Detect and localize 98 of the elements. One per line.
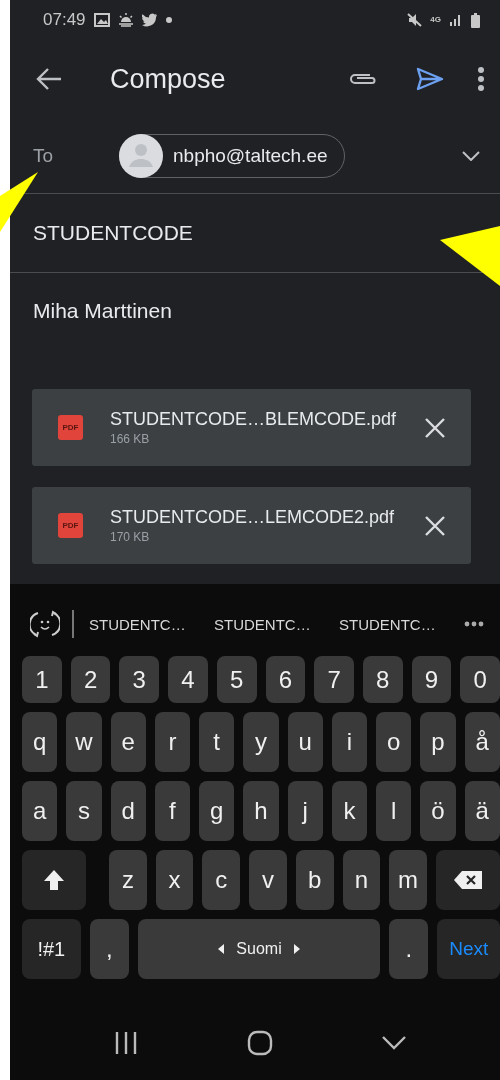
- pdf-file-icon: PDF: [58, 513, 83, 538]
- image-icon: [93, 13, 110, 27]
- key[interactable]: d: [110, 781, 146, 841]
- left-triangle-icon: [218, 944, 225, 954]
- paperclip-icon: [348, 71, 378, 87]
- key[interactable]: y: [243, 712, 279, 772]
- mute-icon: [407, 13, 423, 27]
- key[interactable]: h: [243, 781, 279, 841]
- symbols-key[interactable]: !#1: [22, 919, 81, 979]
- key[interactable]: g: [199, 781, 235, 841]
- next-key[interactable]: Next: [437, 919, 500, 979]
- hide-keyboard-button[interactable]: [381, 1035, 406, 1050]
- word-suggestion[interactable]: STUDENTC…: [89, 615, 214, 633]
- file-size: 166 KB: [110, 432, 151, 446]
- key[interactable]: p: [420, 712, 456, 772]
- key[interactable]: 0: [460, 656, 500, 703]
- file-name: STUDENTCODE…BLEMCODE.pdf: [110, 409, 398, 430]
- key[interactable]: e: [110, 712, 146, 772]
- shift-key[interactable]: [22, 850, 87, 910]
- key[interactable]: b: [295, 850, 334, 910]
- key[interactable]: j: [287, 781, 323, 841]
- key[interactable]: å: [464, 712, 500, 772]
- send-button[interactable]: [416, 67, 444, 91]
- word-suggestion[interactable]: STUDENTC…: [214, 615, 339, 633]
- back-arrow-icon: [36, 67, 62, 91]
- key[interactable]: m: [389, 850, 427, 910]
- key[interactable]: 3: [119, 656, 160, 703]
- sunrise-icon: [117, 13, 134, 27]
- expand-button[interactable]: [462, 150, 480, 161]
- body-field[interactable]: Miha Marttinen: [33, 299, 172, 323]
- key[interactable]: l: [376, 781, 412, 841]
- key[interactable]: q: [22, 712, 58, 772]
- remove-attachment-button[interactable]: [425, 515, 445, 536]
- network-type: 4G: [430, 16, 441, 24]
- recent-apps-button[interactable]: [114, 1031, 139, 1054]
- key[interactable]: u: [287, 712, 323, 772]
- subject-field[interactable]: STUDENTCODE: [33, 221, 193, 245]
- remove-attachment-button[interactable]: [425, 417, 445, 438]
- back-button[interactable]: [36, 67, 62, 91]
- close-icon: [425, 515, 445, 536]
- backspace-key[interactable]: [435, 850, 500, 910]
- clock-time: 07:49: [43, 10, 86, 30]
- key[interactable]: i: [331, 712, 368, 772]
- key[interactable]: f: [154, 781, 191, 841]
- key[interactable]: v: [249, 850, 287, 910]
- key[interactable]: r: [154, 712, 191, 772]
- battery-icon: [471, 12, 480, 28]
- key[interactable]: k: [331, 781, 368, 841]
- file-name: STUDENTCODE…LEMCODE2.pdf: [110, 507, 396, 528]
- key[interactable]: o: [376, 712, 412, 772]
- chevron-down-icon: [462, 150, 480, 161]
- annotation-arrow: [440, 226, 500, 286]
- backspace-icon: [453, 871, 482, 889]
- chevron-down-icon: [381, 1035, 406, 1050]
- key[interactable]: ö: [420, 781, 456, 841]
- key[interactable]: 9: [411, 656, 452, 703]
- key[interactable]: t: [199, 712, 235, 772]
- dot-icon: [165, 17, 172, 23]
- attachment-card[interactable]: PDF STUDENTCODE…BLEMCODE.pdf 166 KB: [32, 389, 471, 466]
- home-icon: [247, 1029, 273, 1056]
- bird-icon: [141, 13, 158, 27]
- send-icon: [416, 67, 444, 91]
- key[interactable]: s: [66, 781, 102, 841]
- attachment-card[interactable]: PDF STUDENTCODE…LEMCODE2.pdf 170 KB: [32, 487, 471, 564]
- space-key[interactable]: Suomi: [137, 919, 381, 979]
- word-suggestion[interactable]: STUDENTC…: [339, 615, 464, 633]
- key[interactable]: 5: [216, 656, 257, 703]
- avatar-icon: [119, 133, 163, 178]
- screen-title: Compose: [110, 63, 227, 95]
- signal-icon: [449, 13, 463, 27]
- key[interactable]: 1: [22, 656, 62, 703]
- key[interactable]: w: [66, 712, 102, 772]
- close-icon: [425, 417, 445, 438]
- key[interactable]: 2: [70, 656, 111, 703]
- more-horiz-icon[interactable]: [464, 621, 484, 627]
- key[interactable]: ä: [464, 781, 500, 841]
- key[interactable]: z: [109, 850, 147, 910]
- key[interactable]: n: [342, 850, 381, 910]
- home-button[interactable]: [247, 1029, 273, 1056]
- shift-arrow-icon: [43, 869, 66, 891]
- key[interactable]: x: [155, 850, 194, 910]
- key[interactable]: 7: [314, 656, 354, 703]
- to-label: To: [33, 144, 55, 167]
- key[interactable]: 6: [265, 656, 306, 703]
- right-triangle-icon: [293, 944, 300, 954]
- key[interactable]: a: [22, 781, 58, 841]
- key[interactable]: ,: [89, 919, 129, 979]
- attach-button[interactable]: [348, 71, 378, 87]
- recent-apps-icon: [114, 1031, 139, 1054]
- emoji-refresh-icon[interactable]: [30, 609, 60, 639]
- more-vert-icon: [478, 67, 484, 91]
- key[interactable]: 8: [362, 656, 403, 703]
- pdf-file-icon: PDF: [58, 415, 83, 440]
- key[interactable]: 4: [168, 656, 208, 703]
- file-size: 170 KB: [110, 530, 151, 544]
- key[interactable]: c: [202, 850, 241, 910]
- more-options-button[interactable]: [478, 67, 484, 91]
- key[interactable]: .: [389, 919, 429, 979]
